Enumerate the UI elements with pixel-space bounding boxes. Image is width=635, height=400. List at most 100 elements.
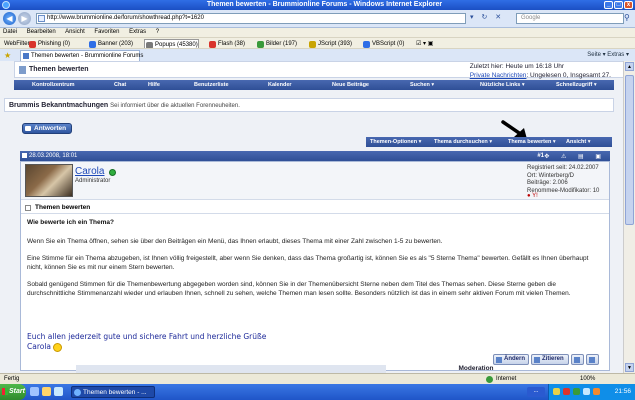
vbscript-icon <box>363 41 370 48</box>
moderation-label: Moderation <box>458 365 494 372</box>
quicklaunch-desktop-icon[interactable] <box>54 387 63 396</box>
nav-suchen[interactable]: Suchen ▾ <box>410 80 434 90</box>
globe-icon <box>486 376 493 383</box>
address-bar-row: ◀ ▶ http://www.brummionline.de/forum/sho… <box>0 10 635 28</box>
menu-help[interactable]: ? <box>156 29 159 35</box>
thread-view-menu[interactable]: Ansicht ▾ <box>566 137 590 147</box>
toolbar-flash-label: Flash (38) <box>218 41 246 47</box>
signature-line-1: Euch allen jederzeit gute und sichere Fa… <box>27 332 267 341</box>
system-tray: 21:56 <box>548 384 635 400</box>
url-text: http://www.brummionline.de/forum/showthr… <box>47 15 204 21</box>
announcement-description: Sei informiert über die aktuellen Forenn… <box>110 103 240 109</box>
toolbar-jscript[interactable]: JScript (393) <box>308 39 353 48</box>
tab-row: ★ Themen bewerten - Brummionline Forums … <box>0 49 635 61</box>
menu-bearbeiten[interactable]: Bearbeiten <box>27 29 56 35</box>
toolbar-jscript-label: JScript (393) <box>318 41 353 47</box>
scroll-thumb[interactable] <box>625 75 634 225</box>
taskbar-overflow[interactable]: ... <box>527 387 545 397</box>
tray-icon-3[interactable] <box>573 388 580 395</box>
webfilter-label: WebFilter <box>4 41 30 47</box>
edit-button[interactable]: Ändern <box>493 354 529 365</box>
refresh-stop-buttons[interactable]: ▾ ↻ ✕ <box>470 13 504 21</box>
vertical-scrollbar[interactable]: ▲ ▼ <box>623 61 635 373</box>
post-paragraph-1: Wenn Sie ein Thema öffnen, sehen sie übe… <box>27 238 443 245</box>
flash-icon <box>209 41 216 48</box>
windows-flag-icon <box>2 388 8 395</box>
toolbar-bilder-label: Bilder (197) <box>266 41 298 47</box>
search-icon[interactable]: ⚲ <box>624 13 630 22</box>
webfilter-toolbar: WebFilter Phishing (0) Banner (203) Popu… <box>0 37 635 49</box>
nav-kontrollzentrum[interactable]: Kontrollzentrum <box>32 80 74 90</box>
user-avatar[interactable] <box>25 164 73 197</box>
search-input[interactable]: Google <box>516 13 624 24</box>
post-number[interactable]: #1 <box>537 151 544 161</box>
quote-button[interactable]: Zitieren <box>531 354 569 365</box>
nav-kalender[interactable]: Kalender <box>268 80 292 90</box>
thread-rate-menu[interactable]: Thema bewerten ▾ <box>508 137 556 147</box>
page-tools-menu[interactable]: Seite ▾ Extras ▾ <box>587 49 629 61</box>
nav-nuetzliche-links[interactable]: Nützliche Links ▾ <box>480 80 525 90</box>
moderation-area-left <box>76 365 386 373</box>
favorites-star-icon[interactable]: ★ <box>4 50 11 61</box>
private-messages-link[interactable]: Private Nachrichten <box>470 72 527 79</box>
close-button[interactable]: x <box>624 1 633 9</box>
tray-icon-1[interactable] <box>553 388 560 395</box>
toolbar-banner-label: Banner (203) <box>98 41 134 47</box>
start-button[interactable]: Start <box>0 384 26 400</box>
post-paragraph-3: Sobald genügend Stimmen für die Themenbe… <box>27 281 571 297</box>
forward-button[interactable]: ▶ <box>18 12 31 25</box>
edit-button-label: Ändern <box>504 356 525 362</box>
last-visit: Zuletzt hier: Heute um 16:18 Uhr <box>469 63 564 70</box>
scroll-up-button[interactable]: ▲ <box>625 62 634 71</box>
toolbar-vbscript[interactable]: VBScript (0) <box>362 39 404 48</box>
thread-search-menu[interactable]: Thema durchsuchen ▾ <box>434 137 492 147</box>
zoom-level[interactable]: 100% <box>580 374 595 384</box>
banner-icon <box>89 41 96 48</box>
toolbar-extra-icons[interactable]: ☑ ▾ ▣ <box>414 39 433 48</box>
nav-benutzerliste[interactable]: Benutzerliste <box>194 80 229 90</box>
signature-line-2: Carola <box>27 342 52 351</box>
reply-button[interactable]: Antworten <box>22 123 72 134</box>
status-bar: Fertig Internet 100% <box>0 373 635 384</box>
menu-extras[interactable]: Extras <box>129 29 146 35</box>
tray-icon-4[interactable] <box>583 388 590 395</box>
nav-hilfe[interactable]: Hilfe <box>148 80 160 90</box>
toolbar-popups[interactable]: Popups (45380) <box>144 39 199 48</box>
toolbar-banner[interactable]: Banner (203) <box>88 39 134 48</box>
tab-active[interactable]: Themen bewerten - Brummionline Forums <box>20 50 144 61</box>
nav-neue-beitraege[interactable]: Neue Beiträge <box>332 80 369 90</box>
address-input[interactable]: http://www.brummionline.de/forum/showthr… <box>36 13 466 24</box>
scroll-down-button[interactable]: ▼ <box>625 363 634 372</box>
post-date: 28.03.2008, 18:01 <box>29 153 78 159</box>
tray-icon-5[interactable] <box>593 388 600 395</box>
maximize-button[interactable]: □ <box>614 1 623 9</box>
nav-chat[interactable]: Chat <box>114 80 126 90</box>
forum-header: Themen bewerten Zuletzt hier: Heute um 1… <box>14 61 623 79</box>
ie-task-icon <box>74 389 81 396</box>
tab-page-icon <box>23 53 29 59</box>
thread-options-menu[interactable]: Themen-Optionen ▾ <box>370 137 421 147</box>
user-contact-icons[interactable]: ● Y! <box>527 193 538 199</box>
minimize-button[interactable]: _ <box>604 1 613 9</box>
quick-reply-icon <box>589 357 595 363</box>
taskbar-ie-window[interactable]: Themen bewerten - ... <box>71 386 155 398</box>
tab-label: Themen bewerten - Brummionline Forums <box>31 53 144 59</box>
menu-datei[interactable]: Datei <box>3 29 17 35</box>
quick-reply-button[interactable] <box>586 354 599 365</box>
username-link[interactable]: Carola <box>75 166 104 177</box>
menu-ansicht[interactable]: Ansicht <box>65 29 85 35</box>
quicklaunch-ie-icon[interactable] <box>30 387 39 396</box>
taskbar: Start Themen bewerten - ... ... 21:56 <box>0 384 635 400</box>
security-zone-label: Internet <box>496 376 517 382</box>
tray-icon-2[interactable] <box>563 388 570 395</box>
quicklaunch-folder-icon[interactable] <box>42 387 51 396</box>
page-content: Themen bewerten Zuletzt hier: Heute um 1… <box>0 61 623 373</box>
nav-schnellzugriff[interactable]: Schnellzugriff ▾ <box>556 80 597 90</box>
menu-favoriten[interactable]: Favoriten <box>94 29 119 35</box>
toolbar-flash[interactable]: Flash (38) <box>208 39 246 48</box>
toolbar-phishing[interactable]: Phishing (0) <box>28 39 70 48</box>
announcement-title[interactable]: Brummis Bekanntmachungen <box>9 102 108 109</box>
back-button[interactable]: ◀ <box>3 12 16 25</box>
toolbar-bilder[interactable]: Bilder (197) <box>256 39 298 48</box>
multiquote-button[interactable] <box>571 354 584 365</box>
